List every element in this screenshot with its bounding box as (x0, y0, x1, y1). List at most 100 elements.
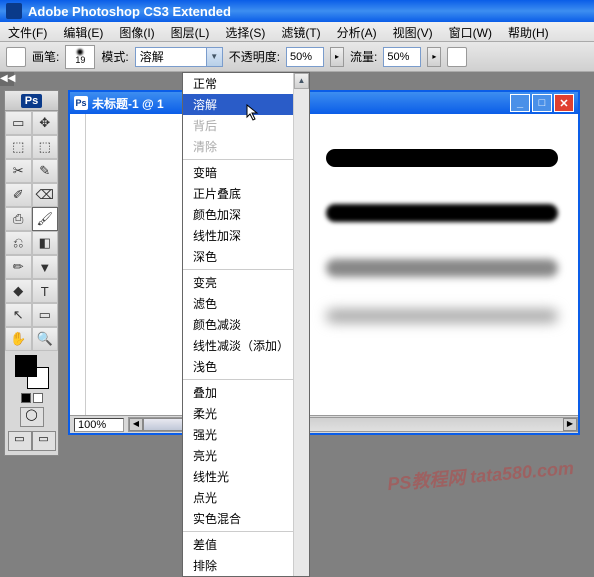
menu-item[interactable]: 选择(S) (217, 22, 273, 41)
dropdown-scrollbar[interactable]: ▲ (293, 73, 309, 576)
screenmode-std-button[interactable]: ▭ (8, 431, 32, 451)
menu-item[interactable]: 图像(I) (111, 22, 162, 41)
tool-button[interactable]: ✋ (5, 327, 32, 351)
menu-item[interactable]: 编辑(E) (55, 22, 111, 41)
quickmask-icon[interactable] (21, 393, 31, 403)
tool-button[interactable]: ✎ (32, 159, 59, 183)
opacity-label: 不透明度: (229, 48, 280, 65)
dropdown-item[interactable]: 颜色减淡 (183, 314, 309, 335)
tool-button[interactable]: ◧ (32, 231, 59, 255)
dropdown-item[interactable]: 变亮 (183, 272, 309, 293)
dropdown-item[interactable]: 变暗 (183, 162, 309, 183)
opacity-input[interactable] (286, 47, 324, 67)
tool-button[interactable]: ⬚ (32, 135, 59, 159)
dropdown-item[interactable]: 实色混合 (183, 508, 309, 529)
document-titlebar[interactable]: Ps 未标题-1 @ 1 _ □ ✕ (70, 92, 578, 114)
dropdown-item[interactable]: 线性加深 (183, 225, 309, 246)
scroll-left-icon[interactable]: ◀ (129, 418, 143, 431)
flow-label: 流量: (350, 48, 377, 65)
tool-button[interactable]: ✂ (5, 159, 32, 183)
minimize-button[interactable]: _ (510, 94, 530, 112)
swatches-area: ◯ ▭ ▭ (5, 351, 58, 455)
opacity-flyout-button[interactable]: ▸ (330, 47, 344, 67)
tool-button[interactable]: ✥ (32, 111, 59, 135)
flow-flyout-button[interactable]: ▸ (427, 47, 441, 67)
menu-item[interactable]: 文件(F) (0, 22, 55, 41)
tool-button[interactable]: 🔍 (32, 327, 59, 351)
dropdown-item[interactable]: 正常 (183, 73, 309, 94)
tool-button[interactable]: ▭ (32, 303, 59, 327)
tool-button[interactable]: ▭ (5, 111, 32, 135)
tool-button[interactable]: T (32, 279, 59, 303)
dropdown-item[interactable]: 亮光 (183, 445, 309, 466)
scroll-up-icon[interactable]: ▲ (294, 73, 309, 89)
tool-button[interactable]: ⎙ (5, 207, 32, 231)
menu-item[interactable]: 滤镜(T) (273, 22, 328, 41)
mode-value: 溶解 (140, 48, 164, 65)
ruler-vertical (70, 114, 86, 415)
panel-toggle[interactable]: ◀◀ (0, 72, 14, 86)
options-bar: 画笔: 19 模式: 溶解 ▼ 不透明度: ▸ 流量: ▸ (0, 42, 594, 72)
brush-dot-icon (77, 49, 83, 55)
document-icon: Ps (74, 96, 88, 110)
tool-button[interactable]: ✐ (5, 183, 32, 207)
toolbox-header[interactable]: Ps (5, 91, 58, 111)
tool-button[interactable]: ▼ (32, 255, 59, 279)
dropdown-item[interactable]: 叠加 (183, 382, 309, 403)
tool-button[interactable]: ⎌ (5, 231, 32, 255)
tool-button[interactable]: ⬚ (5, 135, 32, 159)
brush-preview[interactable]: 19 (65, 45, 95, 69)
foreground-color-swatch[interactable] (15, 355, 37, 377)
menu-item[interactable]: 图层(L) (163, 22, 218, 41)
maximize-button[interactable]: □ (532, 94, 552, 112)
dropdown-item[interactable]: 线性光 (183, 466, 309, 487)
dropdown-item[interactable]: 强光 (183, 424, 309, 445)
separator (183, 379, 309, 380)
dropdown-item[interactable]: 颜色加深 (183, 204, 309, 225)
toolbox: Ps ▭✥⬚⬚✂✎✐⌫⎙🖌⎌◧✏▼◆T↖▭✋🔍 ◯ ▭ ▭ (4, 90, 59, 456)
dropdown-item[interactable]: 排除 (183, 555, 309, 576)
scroll-right-icon[interactable]: ▶ (563, 418, 577, 431)
dropdown-item[interactable]: 滤色 (183, 293, 309, 314)
zoom-input[interactable]: 100% (74, 418, 124, 432)
color-swatches[interactable] (15, 355, 49, 389)
tool-preset-icon[interactable] (6, 47, 26, 67)
menu-item[interactable]: 分析(A) (329, 22, 385, 41)
mode-select[interactable]: 溶解 ▼ (135, 47, 223, 67)
tool-button[interactable]: ↖ (5, 303, 32, 327)
watermark: PS教程网 tata580.com (386, 454, 575, 496)
dropdown-item: 背后 (183, 115, 309, 136)
menu-item[interactable]: 窗口(W) (441, 22, 500, 41)
tool-button[interactable]: ⌫ (32, 183, 59, 207)
dropdown-item[interactable]: 线性减淡（添加） (183, 335, 309, 356)
brush-stroke (326, 149, 558, 167)
dropdown-item[interactable]: 柔光 (183, 403, 309, 424)
ps-badge: Ps (21, 94, 42, 108)
separator (183, 531, 309, 532)
mode-dropdown: 正常溶解背后清除变暗正片叠底颜色加深线性加深深色变亮滤色颜色减淡线性减淡（添加）… (182, 72, 310, 577)
tool-button[interactable]: ✏ (5, 255, 32, 279)
close-button[interactable]: ✕ (554, 94, 574, 112)
canvas[interactable] (86, 114, 578, 415)
dropdown-item[interactable]: 浅色 (183, 356, 309, 377)
menubar: 文件(F)编辑(E)图像(I)图层(L)选择(S)滤镜(T)分析(A)视图(V)… (0, 22, 594, 42)
dropdown-item[interactable]: 溶解 (183, 94, 309, 115)
screenmode-full-button[interactable]: ▭ (32, 431, 56, 451)
tool-button[interactable]: ◆ (5, 279, 32, 303)
tool-grid: ▭✥⬚⬚✂✎✐⌫⎙🖌⎌◧✏▼◆T↖▭✋🔍 (5, 111, 58, 351)
airbrush-icon[interactable] (447, 47, 467, 67)
tool-button[interactable]: 🖌 (32, 207, 59, 231)
menu-item[interactable]: 帮助(H) (500, 22, 557, 41)
dropdown-item[interactable]: 正片叠底 (183, 183, 309, 204)
quickmask-icon-2[interactable] (33, 393, 43, 403)
app-titlebar: Adobe Photoshop CS3 Extended (0, 0, 594, 22)
dropdown-item[interactable]: 深色 (183, 246, 309, 267)
dropdown-item: 清除 (183, 136, 309, 157)
flow-input[interactable] (383, 47, 421, 67)
chevron-down-icon: ▼ (206, 48, 222, 66)
dropdown-item[interactable]: 点光 (183, 487, 309, 508)
brush-stroke (326, 204, 558, 222)
menu-item[interactable]: 视图(V) (385, 22, 441, 41)
dropdown-item[interactable]: 差值 (183, 534, 309, 555)
screenmode-button[interactable]: ◯ (20, 407, 44, 427)
